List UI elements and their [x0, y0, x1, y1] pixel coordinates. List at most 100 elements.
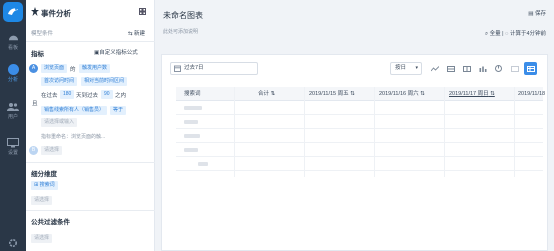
line-chart-icon — [430, 65, 439, 71]
column-header-day-label: 2019/11/16 周六 — [379, 91, 419, 97]
column-header-total[interactable]: 合计 ⇅ — [258, 87, 275, 101]
metric-rename-hint[interactable]: 指标重命名：浏览页面的触... — [41, 133, 105, 140]
data-table: 搜索词 合计 ⇅ 2019/11/15 周五 ⇅ 2019/11/16 周六 ⇅… — [176, 87, 545, 177]
bar-chart-button[interactable] — [444, 62, 457, 75]
redacted-cell — [184, 134, 200, 138]
range-suffix: 之内 — [115, 93, 127, 99]
chart-area: 未命名图表 此处可添加说明 ▤ 保存 ⌕ 全量 | ◌ 计算于4分钟前 过去7日… — [155, 0, 554, 251]
redacted-cell — [184, 106, 202, 110]
filter-property-tag[interactable]: 首次访问时间 — [41, 77, 78, 86]
sort-icon: ⇅ — [418, 91, 425, 97]
save-label: 保存 — [534, 11, 546, 17]
table-row[interactable] — [176, 129, 543, 143]
of-text: 的 — [70, 67, 76, 73]
rail-item-users[interactable]: 用户 — [0, 102, 26, 120]
rail-label: 分析 — [7, 77, 18, 83]
pie-chart-button[interactable] — [492, 62, 505, 75]
column-header-day[interactable]: 2019/11/18 — [518, 87, 545, 101]
metric-index-a: A — [29, 64, 38, 73]
filter-operator-tag-2[interactable]: 等于 — [110, 106, 127, 115]
pie-chart-icon — [495, 65, 502, 72]
add-metric-select[interactable]: 请选择 — [41, 146, 63, 155]
chart-title[interactable]: 未命名图表 — [163, 10, 203, 21]
range-end-input[interactable]: 90 — [101, 90, 113, 99]
chevron-down-icon: ▾ — [415, 65, 418, 71]
sort-icon: ⇅ — [488, 91, 495, 97]
sort-icon: ⇅ — [348, 91, 355, 97]
filter-operator-tag[interactable]: 相对当前时间区间 — [81, 77, 128, 86]
global-filter-add[interactable]: 请选择 — [31, 234, 53, 243]
rail-label: 设置 — [7, 150, 18, 156]
template-select[interactable]: 模型条件 — [31, 29, 53, 37]
date-range-picker[interactable]: 过去7日 — [170, 62, 258, 75]
redacted-cell — [184, 120, 198, 124]
monitor-icon — [7, 138, 19, 148]
table-row[interactable] — [176, 143, 543, 157]
sort-icon: ⇅ — [269, 91, 276, 97]
granularity-select[interactable]: 按日 ▾ — [390, 62, 422, 75]
table-row[interactable] — [176, 157, 543, 171]
nav-rail: 看板 分析 用户 设置 — [0, 0, 26, 251]
rail-label: 用户 — [7, 114, 18, 120]
range-mid: 天到过去 — [76, 93, 99, 99]
table-chart-button[interactable] — [460, 62, 473, 75]
rail-item-gear[interactable] — [0, 238, 26, 248]
table-row[interactable] — [176, 101, 543, 115]
app-logo[interactable] — [3, 2, 23, 22]
column-header-day-label: 2019/11/15 周五 — [309, 91, 349, 97]
column-header-day[interactable]: 2019/11/17 周日 ⇅ — [449, 87, 495, 101]
gauge-icon — [8, 35, 18, 41]
custom-formula-button[interactable]: ▣自定义指标公式 — [94, 48, 138, 56]
date-range-label: 过去7日 — [184, 65, 204, 71]
funnel-chart-button[interactable] — [508, 62, 521, 75]
metrics-title: 指标 — [31, 51, 44, 58]
table-row[interactable] — [176, 115, 543, 129]
group-by-label: 搜索词 — [39, 182, 55, 188]
redacted-cell — [198, 162, 208, 166]
line-chart-button[interactable] — [428, 62, 441, 75]
column-chart-icon — [479, 66, 486, 72]
panel-title: 事件分析 — [41, 9, 71, 18]
column-header-day[interactable]: 2019/11/16 周六 ⇅ — [379, 87, 425, 101]
custom-formula-label: 自定义指标公式 — [99, 50, 138, 56]
calendar-icon — [174, 65, 181, 72]
bar-chart-icon — [446, 65, 455, 72]
fullscreen-label[interactable]: 全量 — [490, 31, 501, 37]
event-select[interactable]: 浏览页面 — [41, 64, 68, 73]
granularity-label: 按日 — [395, 65, 407, 71]
rail-item-settings[interactable]: 设置 — [0, 138, 26, 156]
rail-item-analysis[interactable]: 分析 — [0, 64, 26, 83]
table-chart-icon — [462, 65, 471, 72]
column-header-day[interactable]: 2019/11/15 周五 ⇅ — [309, 87, 355, 101]
metric-index-b[interactable]: B — [29, 146, 38, 155]
chart-description[interactable]: 此处可添加说明 — [163, 28, 198, 35]
and-connector[interactable]: 且 — [32, 99, 38, 107]
divider — [26, 162, 155, 163]
event-icon — [31, 7, 39, 16]
filter-property-tag-2[interactable]: 销售线索所有人（销售员） — [41, 106, 108, 115]
range-prefix: 在过去 — [41, 93, 58, 99]
range-start-input[interactable]: 180 — [60, 90, 75, 99]
rail-item-dashboard[interactable]: 看板 — [0, 32, 26, 51]
column-chart-button[interactable] — [476, 62, 489, 75]
column-header-total-label: 合计 — [258, 91, 270, 97]
divider — [26, 41, 155, 42]
rail-label: 看板 — [7, 45, 18, 51]
gear-icon — [8, 238, 18, 248]
redacted-cell — [184, 148, 198, 152]
group-by-tag[interactable]: ⊞ 搜索词 — [31, 181, 58, 190]
measure-select[interactable]: 触发用户数 — [79, 64, 111, 73]
divider — [26, 210, 155, 211]
grid-icon[interactable] — [139, 8, 146, 15]
filter-value-input[interactable]: 请选择或输入 — [41, 118, 78, 127]
save-icon: ▤ — [528, 11, 535, 17]
new-label: 新建 — [133, 31, 145, 37]
global-filter-title: 公共过滤条件 — [31, 219, 70, 226]
column-header-search-term[interactable]: 搜索词 — [184, 87, 201, 101]
analysis-config-panel: 事件分析 模型条件 ⇆ 新建 指标 ▣自定义指标公式 A 浏览页面 的 触发用户… — [26, 0, 155, 251]
column-header-day-label: 2019/11/17 周日 — [449, 91, 489, 97]
group-by-add[interactable]: 请选择 — [31, 196, 53, 205]
data-table-button[interactable] — [524, 62, 537, 75]
new-button[interactable]: ⇆ 新建 — [128, 29, 145, 37]
save-button[interactable]: ▤ 保存 — [528, 9, 546, 17]
